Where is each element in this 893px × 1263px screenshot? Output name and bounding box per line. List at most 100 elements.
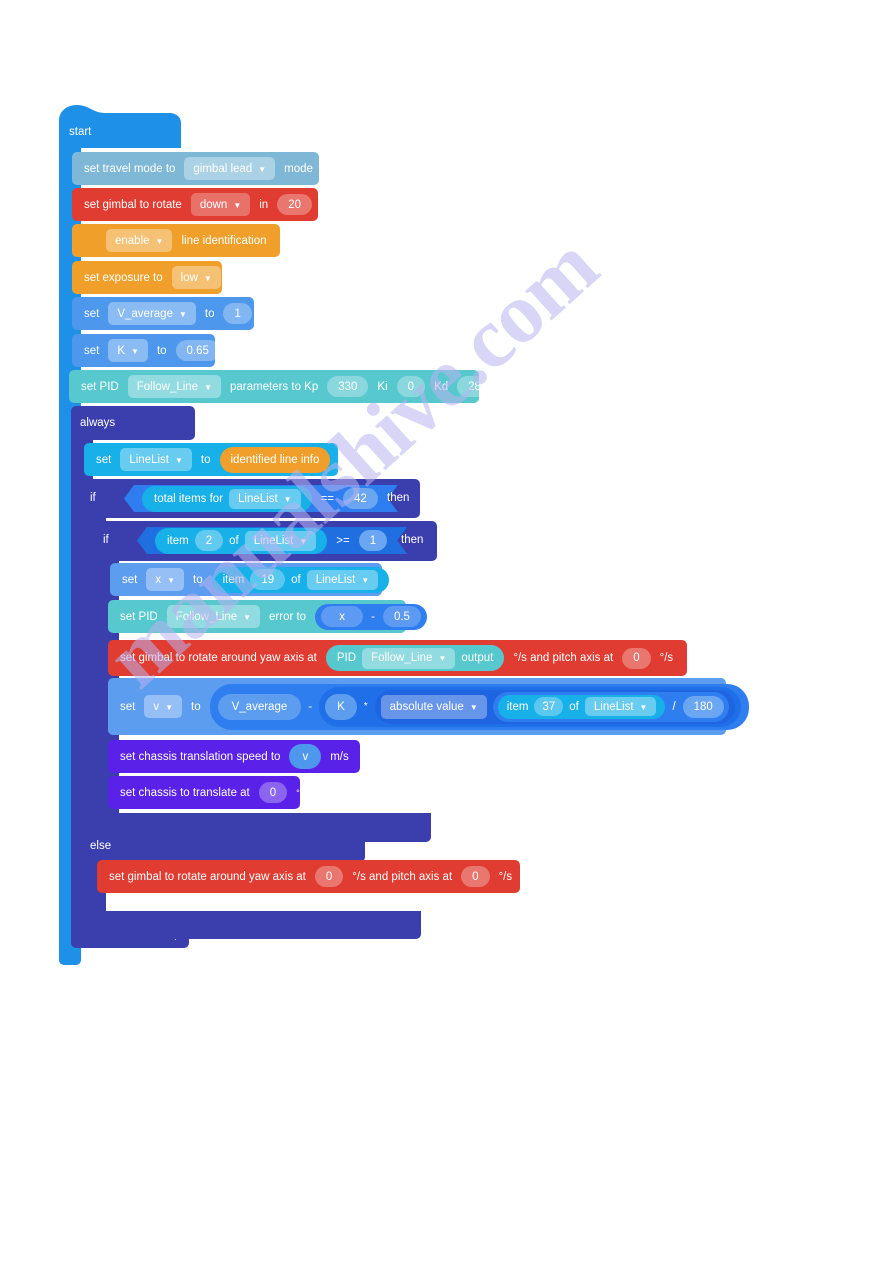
- chevron-down-icon: ▼: [203, 273, 212, 283]
- kd-input[interactable]: 28: [457, 376, 492, 397]
- gte-right-input[interactable]: 1: [359, 530, 387, 551]
- set-label: set: [84, 307, 100, 320]
- v-variable-dropdown[interactable]: v ▼: [144, 695, 183, 718]
- item-label: item: [222, 573, 245, 586]
- x-variable-dropdown[interactable]: x ▼: [146, 568, 185, 591]
- pid-error-text: set PID: [120, 610, 158, 623]
- travel-mode-dropdown[interactable]: gimbal lead ▼: [184, 157, 276, 180]
- item-index-input[interactable]: 2: [195, 530, 223, 551]
- set-gimbal-yaw-pid-block[interactable]: set gimbal to rotate around yaw axis at …: [108, 640, 687, 676]
- set-exposure-block[interactable]: set exposure to low ▼: [72, 261, 222, 294]
- equals-operator-block[interactable]: total items for LineList ▼ == 42: [124, 485, 398, 512]
- item-list-dropdown[interactable]: LineList ▼: [245, 531, 317, 551]
- if-inner-condition[interactable]: item 2 of LineList ▼ >= 1: [137, 527, 407, 554]
- ki-input[interactable]: 0: [396, 376, 426, 397]
- of-label: of: [229, 534, 239, 547]
- to-label: to: [204, 307, 215, 320]
- item-label: item: [506, 700, 529, 713]
- absolute-value-block[interactable]: absolute value ▼ item 37 of LineList ▼ /…: [374, 689, 735, 724]
- set-label: set: [96, 453, 112, 466]
- travel-text-before: set travel mode to: [84, 162, 176, 175]
- gte-operator-block[interactable]: item 2 of LineList ▼ >= 1: [137, 527, 407, 554]
- of-label: of: [291, 573, 301, 586]
- exposure-level-dropdown[interactable]: low ▼: [171, 266, 221, 289]
- to-label: to: [191, 700, 201, 713]
- set-x-block[interactable]: set x ▼ to item 19 of LineList ▼: [110, 563, 390, 596]
- pid-output-controller-dropdown[interactable]: Follow_Line ▼: [362, 647, 456, 669]
- v-average-reporter[interactable]: V_average: [217, 693, 302, 720]
- subtract-operator-block[interactable]: x - 0.5: [315, 603, 427, 630]
- gimbal-pitch-input[interactable]: 0: [622, 647, 651, 669]
- pid-output-reporter[interactable]: PID Follow_Line ▼ output: [325, 645, 505, 671]
- subtract-operator-block[interactable]: V_average - K * absolute value ▼ item 37…: [209, 683, 749, 730]
- total-items-reporter[interactable]: total items for LineList ▼: [142, 486, 312, 512]
- k-value-input[interactable]: 0.65: [175, 340, 220, 361]
- set-vaverage-block[interactable]: set V_average ▼ to 1: [72, 297, 254, 330]
- set-v-block[interactable]: set v ▼ to V_average - K * absolute valu…: [108, 678, 749, 735]
- pid-text-mid: parameters to Kp: [230, 380, 319, 393]
- chevron-down-icon: ▼: [233, 200, 242, 210]
- if-inner-foot: [97, 813, 431, 842]
- if-outer-foot: [84, 911, 421, 939]
- equals-right-input[interactable]: 42: [343, 488, 378, 509]
- kd-label: Kd: [434, 380, 449, 393]
- gimbal-zero-text: set gimbal to rotate around yaw axis at: [109, 870, 306, 883]
- item-index-input[interactable]: 37: [534, 697, 564, 716]
- line-identification-block[interactable]: enable ▼ line identification: [72, 224, 280, 257]
- pid-text-before: set PID: [81, 380, 119, 393]
- subtract-left-operand[interactable]: x: [321, 606, 364, 627]
- item-list-dropdown[interactable]: LineList ▼: [584, 697, 657, 716]
- set-linelist-block[interactable]: set LineList ▼ to identified line info: [84, 443, 338, 476]
- vaverage-variable-dropdown[interactable]: V_average ▼: [108, 302, 196, 325]
- pid-controller-dropdown[interactable]: Follow_Line ▼: [127, 375, 222, 398]
- total-items-list-dropdown[interactable]: LineList ▼: [229, 489, 301, 509]
- chevron-down-icon: ▼: [283, 494, 292, 504]
- item-of-list-reporter[interactable]: item 37 of LineList ▼: [497, 694, 666, 719]
- if-inner-label: if: [103, 534, 109, 546]
- set-chassis-translate-block[interactable]: set chassis to translate at 0 °: [108, 776, 300, 809]
- chassis-speed-input[interactable]: v: [289, 744, 322, 769]
- set-k-block[interactable]: set K ▼ to 0.65: [72, 334, 220, 367]
- set-travel-mode-block[interactable]: set travel mode to gimbal lead ▼ mode: [72, 152, 319, 185]
- linelist-variable-dropdown[interactable]: LineList ▼: [120, 448, 192, 471]
- gimbal-zero-yaw-input[interactable]: 0: [314, 866, 344, 887]
- divide-operator-block[interactable]: item 37 of LineList ▼ / 180: [492, 691, 729, 722]
- item-list-dropdown[interactable]: LineList ▼: [306, 569, 379, 590]
- to-label: to: [156, 344, 167, 357]
- line-id-text: line identification: [181, 234, 267, 247]
- item-of-list-reporter[interactable]: item 19 of LineList ▼: [211, 566, 390, 593]
- to-label: to: [193, 573, 203, 586]
- chassis-translate-input[interactable]: 0: [258, 782, 288, 803]
- k-reporter[interactable]: K: [325, 693, 357, 720]
- output-label: output: [461, 652, 494, 664]
- set-pid-error-block[interactable]: set PID Follow_Line ▼ error to x - 0.5: [108, 600, 427, 633]
- vaverage-value-input[interactable]: 1: [223, 303, 252, 324]
- set-chassis-speed-block[interactable]: set chassis translation speed to v m/s: [108, 740, 360, 773]
- subtract-right-operand[interactable]: 0.5: [382, 606, 421, 627]
- gimbal-yaw-unit1: °/s and pitch axis at: [513, 652, 614, 664]
- item-index-input[interactable]: 19: [250, 569, 286, 590]
- kp-input[interactable]: 330: [327, 376, 369, 397]
- multiply-symbol: *: [363, 701, 368, 712]
- ki-label: Ki: [377, 380, 388, 393]
- k-variable-dropdown[interactable]: K ▼: [108, 339, 148, 362]
- pid-error-controller-dropdown[interactable]: Follow_Line ▼: [166, 605, 261, 628]
- set-gimbal-yaw-zero-block[interactable]: set gimbal to rotate around yaw axis at …: [97, 860, 520, 893]
- multiply-operator-block[interactable]: K * absolute value ▼ item 37 of LineList…: [319, 686, 741, 727]
- gimbal-angle-input[interactable]: 20: [277, 194, 312, 215]
- gimbal-yaw-text: set gimbal to rotate around yaw axis at: [120, 652, 317, 664]
- gimbal-direction-dropdown[interactable]: down ▼: [190, 193, 251, 216]
- error-to-label: error to: [269, 610, 307, 623]
- chevron-down-icon: ▼: [204, 382, 213, 392]
- line-id-enable-dropdown[interactable]: enable ▼: [106, 229, 173, 252]
- item-of-list-reporter[interactable]: item 2 of LineList ▼: [155, 528, 327, 554]
- identified-line-info-reporter[interactable]: identified line info: [219, 446, 331, 473]
- divisor-input[interactable]: 180: [682, 695, 724, 718]
- set-pid-parameters-block[interactable]: set PID Follow_Line ▼ parameters to Kp 3…: [69, 370, 492, 403]
- gimbal-zero-pitch-input[interactable]: 0: [461, 866, 490, 887]
- set-gimbal-rotate-block[interactable]: set gimbal to rotate down ▼ in 20 °: [72, 188, 325, 221]
- subtract-symbol: -: [371, 610, 375, 623]
- equals-operator-symbol: ==: [320, 492, 335, 505]
- absolute-value-dropdown[interactable]: absolute value ▼: [380, 694, 487, 719]
- if-outer-condition[interactable]: total items for LineList ▼ == 42: [124, 485, 398, 512]
